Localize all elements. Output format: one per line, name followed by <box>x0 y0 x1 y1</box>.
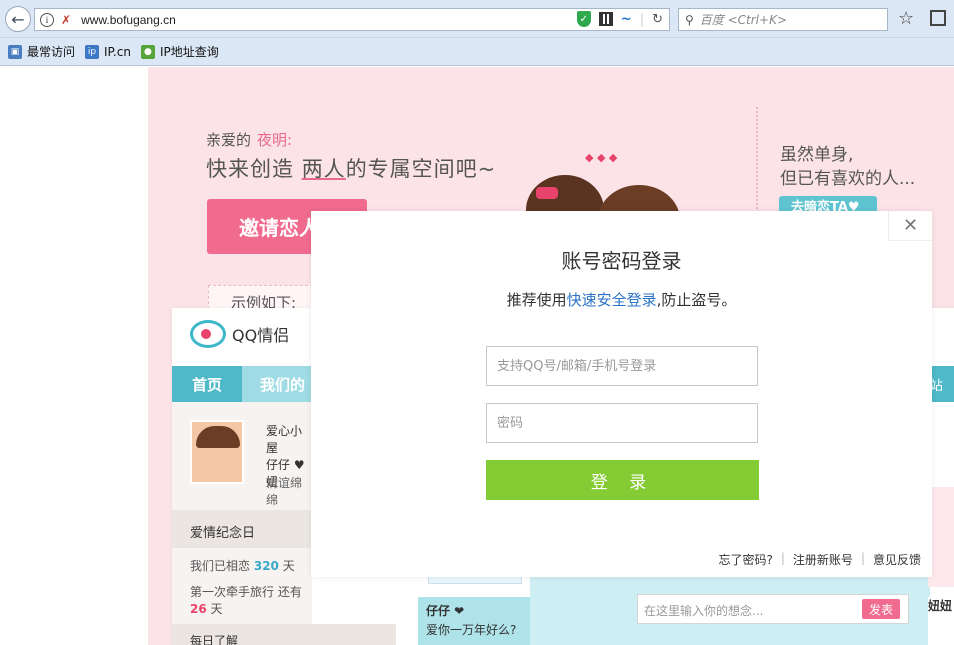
subtitle-pre: 推荐使用 <box>506 291 567 309</box>
house-title: 爱心小屋 <box>266 424 303 455</box>
slogan-pre: 快来创造 <box>206 157 294 181</box>
shield-icon[interactable]: ✓ <box>576 11 591 27</box>
url-text[interactable]: www.bofugang.cn <box>81 13 176 27</box>
urlbar-icons: ✓ ~ | ↻ <box>576 11 663 27</box>
search-placeholder: 百度 <Ctrl+K> <box>699 13 787 27</box>
note-name: 仔仔 ❤ <box>426 604 465 618</box>
bow-icon <box>536 187 558 199</box>
daily-title[interactable]: 每日了解 <box>172 624 396 645</box>
separator: | <box>639 11 645 27</box>
logo-text: QQ情侣 <box>232 326 290 345</box>
couple-status: 情谊绵绵 <box>266 476 303 507</box>
register-link[interactable]: 注册新账号 <box>793 551 853 568</box>
trip-pre: 第一次牵手旅行 还有 <box>190 585 302 599</box>
greeting-text: 亲爱的 <box>206 131 252 149</box>
login-button[interactable]: 登 录 <box>486 460 759 500</box>
arrow-left-icon: ← <box>11 9 25 29</box>
ip-cn-icon: ip <box>85 44 100 59</box>
feedback-link[interactable]: 意见反馈 <box>873 551 921 568</box>
days-together: 我们已相恋 320 天 <box>190 557 295 574</box>
info-icon[interactable]: i <box>40 12 54 27</box>
nickname: 夜明: <box>257 131 293 149</box>
search-icon: ⚲ <box>685 12 694 27</box>
subtitle-post: ,防止盗号。 <box>656 291 737 309</box>
bookmark-star-icon[interactable]: ☆ <box>898 8 914 29</box>
login-title: 账号密码登录 <box>561 249 682 273</box>
avatar <box>190 420 244 484</box>
username-input[interactable] <box>486 346 758 386</box>
single-line-1: 虽然单身, <box>780 145 854 165</box>
forgot-password-link[interactable]: 忘了密码? <box>719 551 773 568</box>
single-line-2: 但已有喜欢的人... <box>780 169 916 189</box>
address-bar[interactable]: i ✗ www.bofugang.cn ✓ ~ | ↻ <box>34 8 670 31</box>
post-button[interactable]: 发表 <box>862 599 900 619</box>
map-icon: ● <box>140 44 155 59</box>
tab-right[interactable]: 站 <box>930 366 954 402</box>
confetti-icon: ◆ ◆ ◆ <box>585 151 618 164</box>
tab-home[interactable]: 首页 <box>172 366 242 402</box>
login-modal: ✕ 账号密码登录 推荐使用快速安全登录,防止盗号。 登 录 忘了密码? | 注册… <box>311 211 932 577</box>
preview-sidebar: 爱心小屋 仔仔 ♥ 妞 情谊绵绵 爱情纪念日 我们已相恋 320 天 第一次牵手… <box>172 402 396 645</box>
trip-count: 26 <box>190 602 207 616</box>
quick-login-link[interactable]: 快速安全登录 <box>567 291 657 309</box>
browser-toolbar: ← i ✗ www.bofugang.cn ✓ ~ | ↻ ⚲ 百度 <Ctrl… <box>0 0 954 38</box>
reading-list-icon[interactable] <box>930 10 946 26</box>
days-count: 320 <box>253 559 279 573</box>
slogan-highlight: 两人 <box>301 157 346 181</box>
qrcode-icon[interactable] <box>598 12 613 26</box>
right-name: 妞妞 <box>928 597 954 645</box>
slogan-post: 的专属空间吧~ <box>345 157 497 181</box>
slogan: 快来创造 两人的专属空间吧~ <box>206 153 496 183</box>
anniversary-title: 爱情纪念日 <box>172 510 312 548</box>
search-box[interactable]: ⚲ 百度 <Ctrl+K> <box>678 8 888 31</box>
reload-icon[interactable]: ↻ <box>652 12 663 27</box>
separator: | <box>780 551 785 565</box>
note-text: 爱你一万年好么? <box>426 623 517 637</box>
bookmark-label: IP.cn <box>104 44 131 59</box>
bookmark-label: IP地址查询 <box>159 45 219 59</box>
edit-slash-icon: ✗ <box>61 12 72 27</box>
bookmark-ip-lookup[interactable]: ● IP地址查询 <box>140 43 219 60</box>
note-card: 仔仔 ❤ 爱你一万年好么? <box>418 597 530 645</box>
separator: | <box>860 551 865 565</box>
bookmark-most-visited[interactable]: ▣ 最常访问 <box>8 43 75 60</box>
bookmark-label: 最常访问 <box>27 45 76 59</box>
tab-ours[interactable]: 我们的 <box>242 366 322 402</box>
bookmarks-bar: ▣ 最常访问 ip IP.cn ● IP地址查询 <box>0 38 954 66</box>
trip-unit: 天 <box>210 602 223 616</box>
password-input[interactable] <box>486 403 758 443</box>
chat-bubble-icon <box>190 320 226 348</box>
days-pre: 我们已相恋 <box>190 559 251 573</box>
back-button[interactable]: ← <box>5 6 31 32</box>
extension-icon[interactable]: ~ <box>621 12 632 27</box>
single-message: 虽然单身, 但已有喜欢的人... <box>780 143 915 191</box>
login-subtitle: 推荐使用快速安全登录,防止盗号。 <box>311 289 932 310</box>
close-icon[interactable]: ✕ <box>888 211 932 241</box>
qq-couple-logo: QQ情侣 <box>190 320 289 348</box>
bookmark-ip-cn[interactable]: ip IP.cn <box>85 44 131 59</box>
greeting: 亲爱的 夜明: <box>206 129 292 150</box>
bookmark-folder-icon: ▣ <box>8 44 22 59</box>
login-links: 忘了密码? | 注册新账号 | 意见反馈 <box>719 551 922 568</box>
trip-countdown: 第一次牵手旅行 还有 26 天 <box>190 583 312 617</box>
days-unit: 天 <box>282 559 295 573</box>
